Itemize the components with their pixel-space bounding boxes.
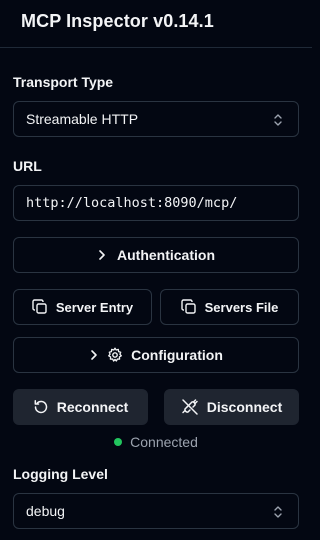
logging-level-value: debug xyxy=(26,503,65,519)
url-value: http://localhost:8090/mcp/ xyxy=(26,195,238,211)
server-entry-button[interactable]: Server Entry xyxy=(13,289,152,325)
server-entry-label: Server Entry xyxy=(55,299,134,315)
disconnect-label: Disconnect xyxy=(206,399,283,415)
configuration-button[interactable]: Configuration xyxy=(13,337,299,373)
gear-icon xyxy=(108,347,123,362)
chevron-right-icon xyxy=(91,350,97,360)
unplug-icon xyxy=(182,399,198,415)
logging-level-label: Logging Level xyxy=(13,466,108,482)
chevrons-up-down-icon xyxy=(274,506,282,518)
chevron-right-icon xyxy=(99,250,105,260)
sidebar-panel: MCP Inspector v0.14.1 Transport Type Str… xyxy=(0,0,312,540)
rotate-ccw-icon xyxy=(34,400,47,414)
transport-type-label: Transport Type xyxy=(13,74,114,90)
copy-icon xyxy=(180,299,196,314)
servers-file-label: Servers File xyxy=(204,299,279,315)
header: MCP Inspector v0.14.1 xyxy=(0,0,312,48)
status-dot xyxy=(114,438,123,446)
authentication-label: Authentication xyxy=(117,247,215,263)
disconnect-button[interactable]: Disconnect xyxy=(164,389,299,425)
url-input[interactable]: http://localhost:8090/mcp/ xyxy=(13,185,299,221)
connection-status: Connected xyxy=(0,434,312,450)
transport-type-select[interactable]: Streamable HTTP xyxy=(13,101,299,137)
status-text: Connected xyxy=(130,434,198,450)
chevrons-up-down-icon xyxy=(274,114,282,126)
url-label: URL xyxy=(13,158,42,174)
transport-type-value: Streamable HTTP xyxy=(26,111,139,127)
reconnect-label: Reconnect xyxy=(56,399,129,415)
copy-icon xyxy=(32,299,47,314)
app-title: MCP Inspector v0.14.1 xyxy=(21,11,214,31)
servers-file-button[interactable]: Servers File xyxy=(160,289,299,325)
configuration-label: Configuration xyxy=(131,347,223,363)
authentication-button[interactable]: Authentication xyxy=(13,237,299,273)
logging-level-select[interactable]: debug xyxy=(13,493,299,529)
reconnect-button[interactable]: Reconnect xyxy=(13,389,148,425)
